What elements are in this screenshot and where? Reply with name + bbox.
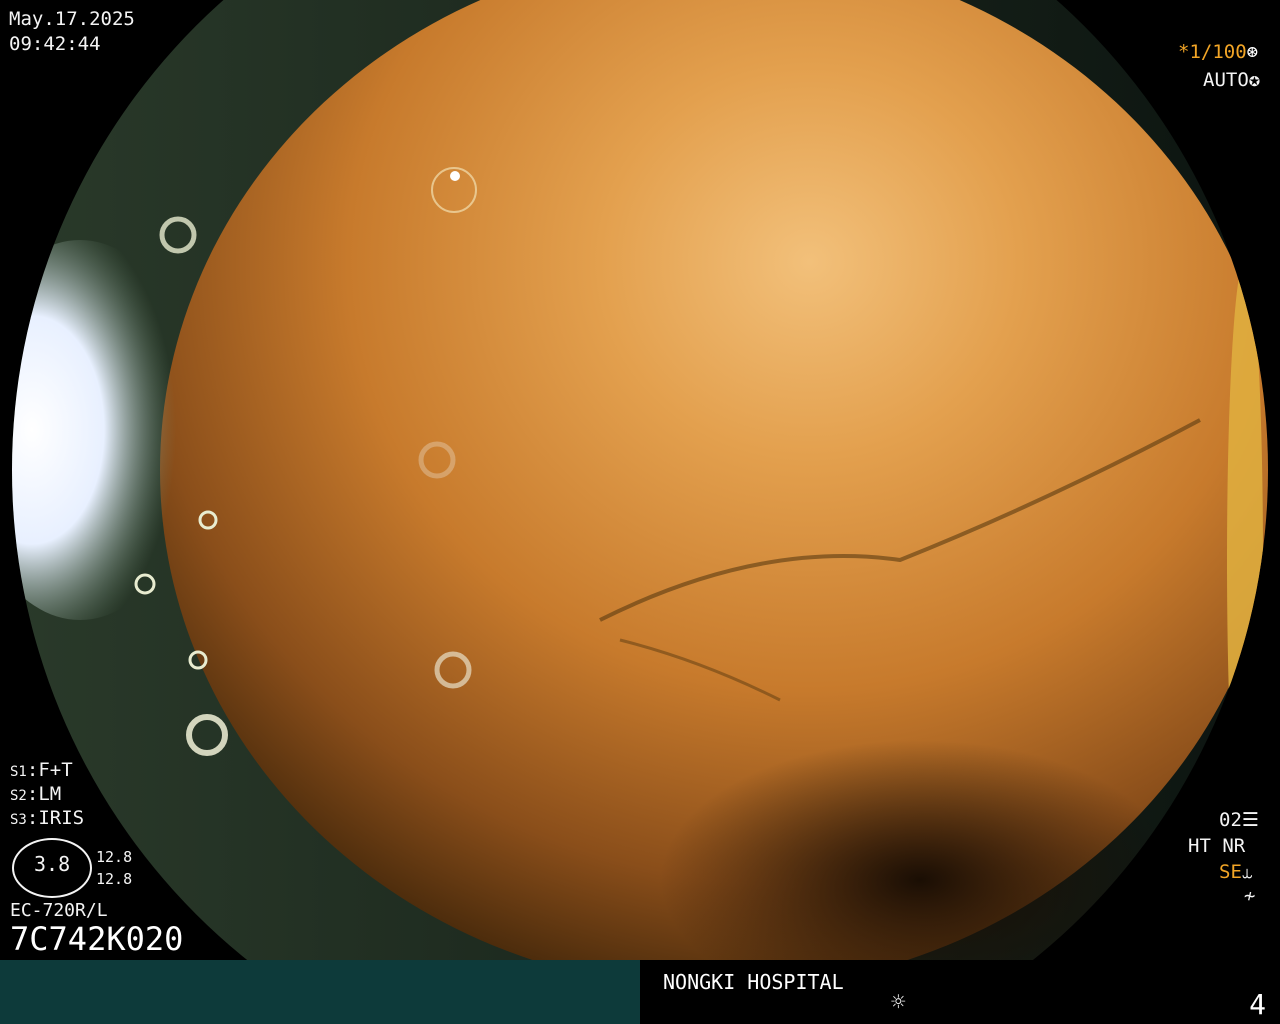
time-label: 09:42:44 xyxy=(9,33,101,55)
setting-key: S2 xyxy=(10,788,27,804)
zoom-upper: 12.8 xyxy=(96,848,133,866)
setting-key: S3 xyxy=(10,812,27,828)
aperture-icon: ⊛ xyxy=(1246,41,1259,63)
se-label: SE xyxy=(1219,861,1242,883)
exposure-mode: AUTO✪ xyxy=(1203,68,1260,93)
shutter-speed: *1/100⊛ xyxy=(1178,40,1258,65)
exposure-mode-label: AUTO xyxy=(1203,69,1249,91)
setting-value: F+T xyxy=(38,759,73,781)
date-label: May.17.2025 xyxy=(9,8,135,30)
setting-s2: S2:LM xyxy=(10,783,62,805)
hospital-name: NONGKI HOSPITAL xyxy=(663,970,844,994)
iris-icon: ✪ xyxy=(1248,69,1261,91)
structure-label: 02 xyxy=(1219,809,1242,831)
setting-key: S1 xyxy=(10,764,27,780)
shutter-label: *1/100 xyxy=(1178,41,1247,63)
scope-serial: 7C742K020 xyxy=(10,920,184,958)
sun-icon: ☼ xyxy=(891,988,906,1016)
structure-icon: ☰ xyxy=(1241,809,1259,831)
setting-s1: S1:F+T xyxy=(10,759,73,781)
setting-s3: S3:IRIS xyxy=(10,807,85,829)
endoscopic-image xyxy=(0,0,1280,960)
se-indicator: SE⥿ xyxy=(1219,860,1253,885)
freeze-icon: ≁ xyxy=(1244,885,1256,907)
setting-value: IRIS xyxy=(38,807,85,829)
ht-label: HT xyxy=(1188,835,1211,857)
setting-value: LM xyxy=(38,783,62,805)
ht-nr-indicator: HT NR xyxy=(1188,834,1245,859)
se-curve-icon: ⥿ xyxy=(1241,861,1253,883)
zoom-value: 3.8 xyxy=(34,852,71,876)
image-number: 4 xyxy=(1249,988,1266,1021)
zoom-lower: 12.8 xyxy=(96,870,133,888)
footer-left-panel xyxy=(0,960,640,1024)
nr-label: NR xyxy=(1222,835,1246,857)
structure-setting: 02☰ xyxy=(1219,808,1259,833)
